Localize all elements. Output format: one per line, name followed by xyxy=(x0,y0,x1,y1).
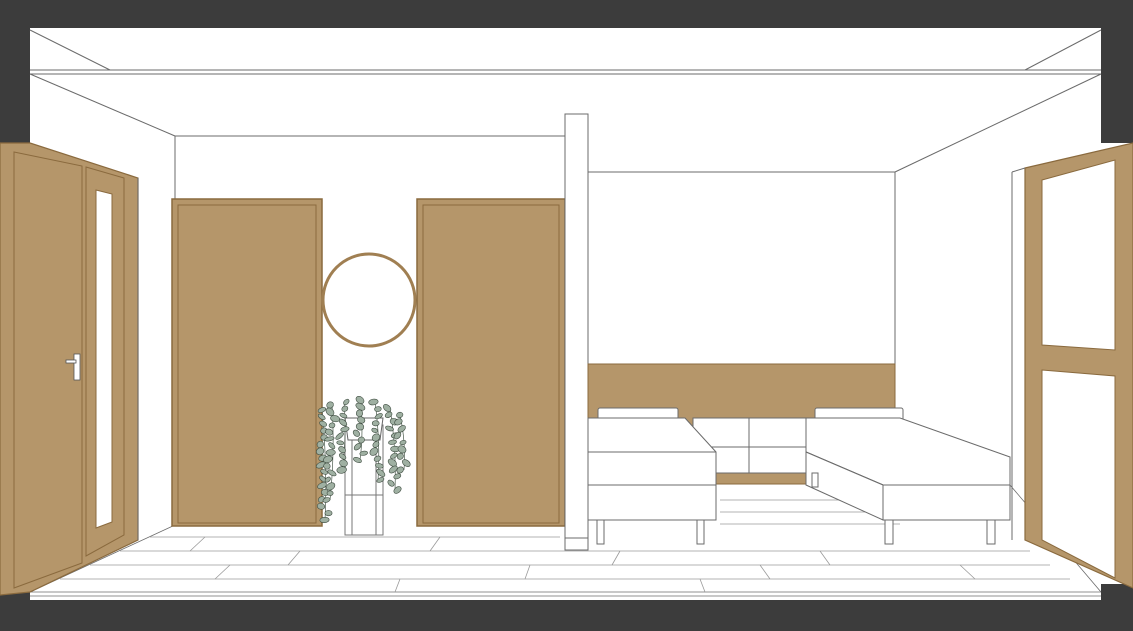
plant-leaf xyxy=(343,398,350,406)
window-glass-upper xyxy=(1041,159,1116,351)
right-wall-cut xyxy=(1101,28,1133,143)
entrance-door-leaf xyxy=(13,151,83,589)
plant-leaf xyxy=(324,510,333,517)
plant-leaf xyxy=(353,457,362,463)
plant-leaf xyxy=(371,420,380,427)
window xyxy=(1011,142,1133,589)
plant-leaf xyxy=(328,422,336,429)
room-section-drawing xyxy=(0,0,1133,631)
plant-leaf xyxy=(387,479,395,487)
partition-wall xyxy=(564,113,589,551)
entrance-door-glass xyxy=(95,189,113,529)
plant-leaves xyxy=(315,396,411,524)
plant-leaf xyxy=(335,432,344,440)
closet-door-left xyxy=(171,198,323,527)
plant-leaf xyxy=(376,468,386,477)
plant-leaf xyxy=(326,490,334,496)
plant-leaf xyxy=(338,453,347,460)
plant-leaf xyxy=(396,411,404,419)
plant-leaf xyxy=(402,459,411,467)
plant-leaf xyxy=(368,398,379,406)
round-mirror xyxy=(321,252,417,348)
left-wall-cut xyxy=(0,28,30,143)
plant-leaf xyxy=(339,412,348,419)
plant-leaf xyxy=(328,442,336,450)
ceiling-slab xyxy=(0,0,1133,28)
plant-leaf xyxy=(341,405,349,412)
plant-leaf xyxy=(388,439,397,445)
plant-leaf xyxy=(339,459,348,467)
plant-leaf xyxy=(355,409,364,418)
plant-leaf xyxy=(369,447,379,456)
plant-leaf xyxy=(336,440,345,446)
plant-leaf xyxy=(325,449,336,456)
plant-leaf xyxy=(319,516,330,524)
plant-leaf xyxy=(393,473,402,480)
hanging-plant xyxy=(315,396,411,536)
plant-leaf xyxy=(373,455,382,462)
plant-leaf xyxy=(393,486,402,494)
plant-leaf xyxy=(374,406,382,412)
plant-leaf xyxy=(399,439,407,446)
entrance-door xyxy=(0,142,139,596)
plant-leaf xyxy=(397,445,407,454)
closet-door-right xyxy=(416,198,566,527)
floor-slab xyxy=(0,600,1133,631)
